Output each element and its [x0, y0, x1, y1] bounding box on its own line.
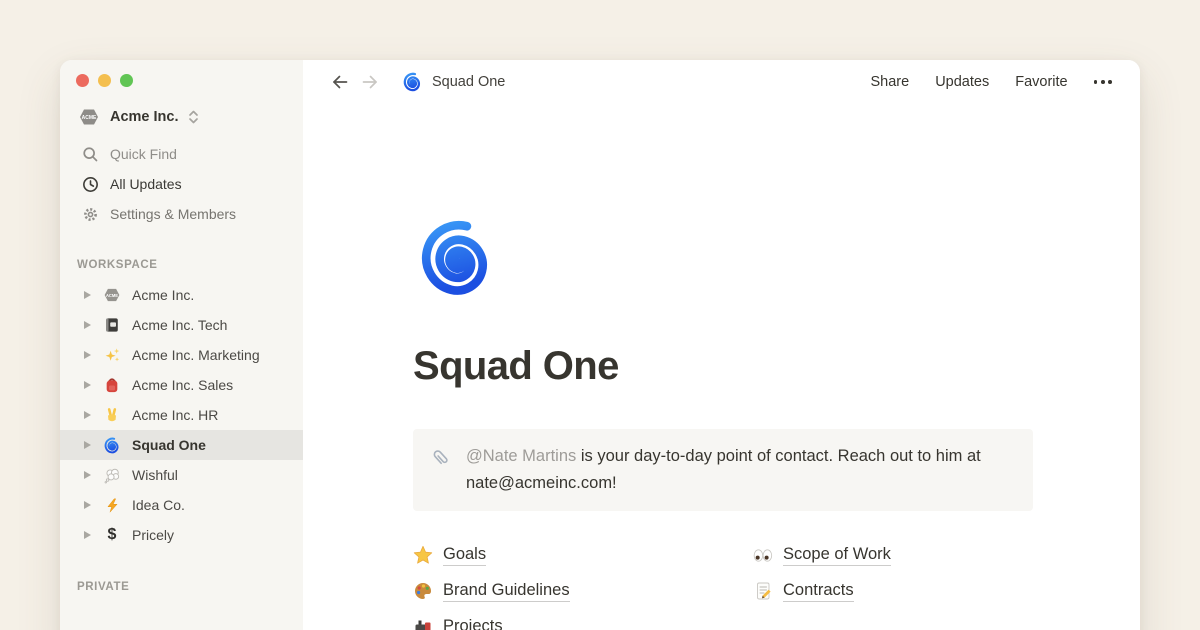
sidebar-item-label: All Updates	[110, 176, 182, 192]
sidebar-item-label: Quick Find	[110, 146, 177, 162]
disclosure-triangle-icon[interactable]	[84, 441, 91, 449]
page-content: Squad One @Nate Martins is your day-to-d…	[303, 104, 1033, 630]
sidebar-page-pricely[interactable]: $ Pricely	[60, 520, 303, 550]
back-button[interactable]	[329, 71, 351, 93]
page-title[interactable]: Squad One	[413, 344, 1033, 389]
disclosure-triangle-icon[interactable]	[84, 381, 91, 389]
palette-emoji-icon	[413, 581, 433, 601]
callout-text: @Nate Martins is your day-to-day point o…	[466, 443, 1017, 497]
main-area: Squad One Share Updates Favorite	[303, 60, 1140, 630]
page-links: Goals Scope of Work	[413, 537, 1033, 630]
locomotive-emoji-icon	[413, 617, 433, 630]
svg-text:ACME: ACME	[82, 115, 97, 121]
star-emoji-icon	[413, 545, 433, 565]
callout-block: @Nate Martins is your day-to-day point o…	[413, 429, 1033, 511]
topbar: Squad One Share Updates Favorite	[303, 60, 1140, 104]
notebook-emoji-icon	[103, 316, 121, 334]
link-contracts: Contracts	[753, 581, 1033, 602]
private-section-label: PRIVATE	[60, 577, 303, 597]
disclosure-triangle-icon[interactable]	[84, 501, 91, 509]
paperclip-icon	[429, 446, 453, 470]
link-scope-of-work: Scope of Work	[753, 545, 1033, 566]
link-goals: Goals	[413, 545, 753, 566]
more-options-icon[interactable]	[1092, 76, 1114, 88]
link-projects: Projects	[413, 617, 753, 630]
acme-badge-icon: ACME	[103, 286, 121, 304]
mention-nate-martins[interactable]: @Nate Martins	[466, 447, 576, 465]
sidebar-page-wishful[interactable]: Wishful	[60, 460, 303, 490]
clock-icon	[80, 174, 100, 194]
topbar-actions: Share Updates Favorite	[871, 74, 1115, 90]
disclosure-triangle-icon[interactable]	[84, 411, 91, 419]
sidebar-page-acme-inc[interactable]: ACME Acme Inc.	[60, 280, 303, 310]
page-cyclone-icon	[403, 72, 423, 92]
cyclone-emoji-icon	[103, 436, 121, 454]
share-button[interactable]: Share	[871, 74, 910, 90]
sidebar-page-acme-sales[interactable]: Acme Inc. Sales	[60, 370, 303, 400]
app-window: ACME Acme Inc. Quick Find	[60, 60, 1140, 630]
workspace-section-label: WORKSPACE	[60, 255, 303, 275]
backpack-emoji-icon	[103, 376, 121, 394]
disclosure-triangle-icon[interactable]	[84, 351, 91, 359]
sidebar-page-acme-tech[interactable]: Acme Inc. Tech	[60, 310, 303, 340]
window-controls	[60, 74, 303, 87]
sidebar-page-acme-hr[interactable]: Acme Inc. HR	[60, 400, 303, 430]
dollar-sign-icon: $	[103, 526, 121, 544]
page-icon-cyclone[interactable]	[419, 218, 499, 298]
thought-balloon-emoji-icon	[103, 466, 121, 484]
sidebar-page-idea-co[interactable]: Idea Co.	[60, 490, 303, 520]
sidebar-page-squad-one[interactable]: Squad One	[60, 430, 303, 460]
sidebar-item-all-updates[interactable]: All Updates	[60, 169, 303, 199]
forward-button[interactable]	[359, 71, 381, 93]
workspace-tree: ACME Acme Inc. Acme Inc. Tech	[60, 280, 303, 550]
svg-text:ACME: ACME	[106, 293, 118, 298]
favorite-button[interactable]: Favorite	[1015, 74, 1067, 90]
lightning-emoji-icon	[103, 496, 121, 514]
acme-badge-icon: ACME	[78, 106, 100, 128]
sidebar-menu: Quick Find All Updates S	[60, 139, 303, 229]
disclosure-triangle-icon[interactable]	[84, 291, 91, 299]
workspace-switcher[interactable]: ACME Acme Inc.	[60, 102, 303, 132]
link-brand-guidelines: Brand Guidelines	[413, 581, 753, 602]
breadcrumb-page-title: Squad One	[432, 74, 505, 90]
victory-hand-emoji-icon	[103, 406, 121, 424]
updates-button[interactable]: Updates	[935, 74, 989, 90]
minimize-button[interactable]	[98, 74, 111, 87]
memo-emoji-icon	[753, 581, 773, 601]
close-button[interactable]	[76, 74, 89, 87]
gear-icon	[80, 204, 100, 224]
sidebar-item-settings-members[interactable]: Settings & Members	[60, 199, 303, 229]
sidebar-item-label: Settings & Members	[110, 206, 236, 222]
zoom-button[interactable]	[120, 74, 133, 87]
disclosure-triangle-icon[interactable]	[84, 531, 91, 539]
disclosure-triangle-icon[interactable]	[84, 321, 91, 329]
disclosure-triangle-icon[interactable]	[84, 471, 91, 479]
sidebar: ACME Acme Inc. Quick Find	[60, 60, 303, 630]
sidebar-page-acme-marketing[interactable]: Acme Inc. Marketing	[60, 340, 303, 370]
workspace-name: Acme Inc.	[110, 109, 179, 125]
chevron-updown-icon	[187, 108, 200, 126]
sparkles-emoji-icon	[103, 346, 121, 364]
search-icon	[80, 144, 100, 164]
eyes-emoji-icon	[753, 545, 773, 565]
sidebar-item-quick-find[interactable]: Quick Find	[60, 139, 303, 169]
